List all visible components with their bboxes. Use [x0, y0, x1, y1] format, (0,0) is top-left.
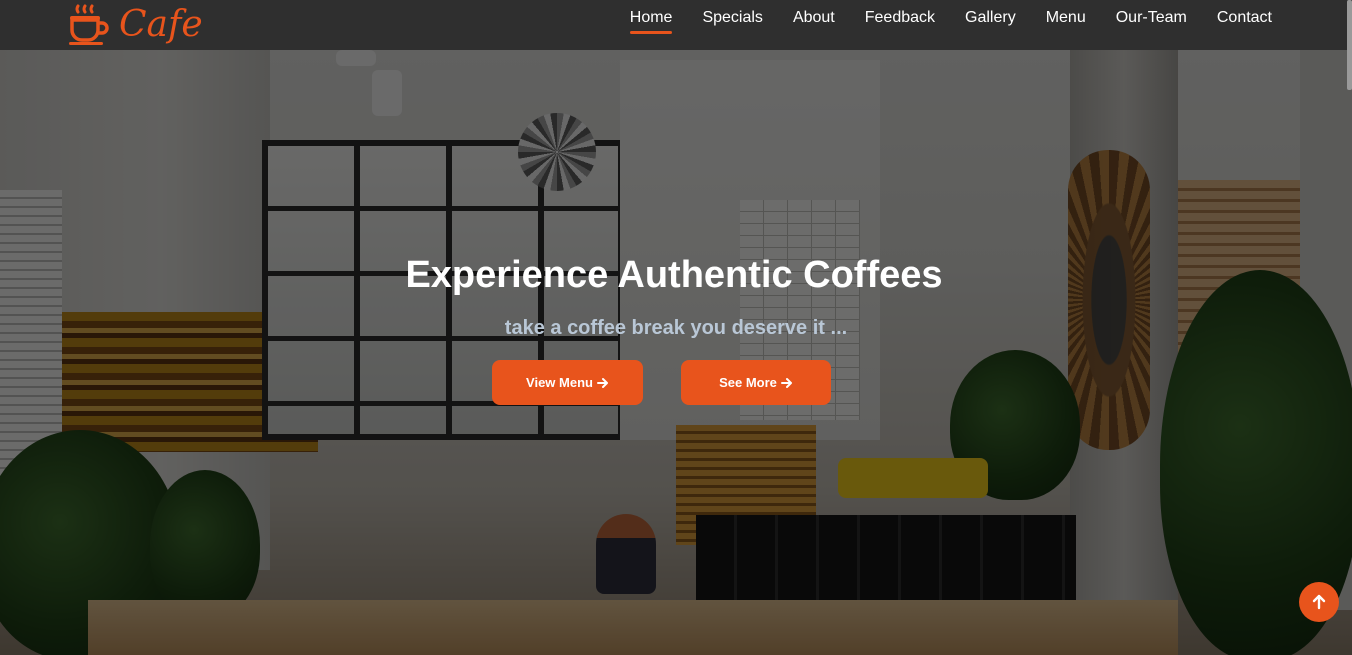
view-menu-button[interactable]: View Menu	[492, 360, 643, 405]
logo-link[interactable]: Cafe	[67, 2, 203, 48]
main-nav: Home Specials About Feedback Gallery Men…	[629, 0, 1272, 36]
coffee-cup-icon	[69, 4, 109, 45]
nav-menu[interactable]: Menu	[1046, 0, 1086, 36]
page-scrollbar[interactable]	[1347, 0, 1352, 90]
arrow-right-icon	[780, 377, 792, 388]
brand-name: Cafe	[119, 4, 203, 45]
hero-buttons: View Menu See More	[492, 360, 831, 405]
scroll-to-top-button[interactable]	[1299, 582, 1339, 622]
nav-contact[interactable]: Contact	[1217, 0, 1272, 36]
hero-title: Experience Authentic Coffees	[405, 254, 943, 296]
see-more-button[interactable]: See More	[681, 360, 831, 405]
nav-our-team[interactable]: Our-Team	[1116, 0, 1187, 36]
nav-home[interactable]: Home	[629, 0, 672, 36]
hero-subtitle: take a coffee break you deserve it ...	[504, 317, 848, 339]
hero-content: Experience Authentic Coffees take a coff…	[0, 252, 1352, 405]
nav-gallery[interactable]: Gallery	[965, 0, 1016, 36]
see-more-label: See More	[719, 375, 777, 390]
nav-specials[interactable]: Specials	[702, 0, 762, 36]
nav-feedback[interactable]: Feedback	[865, 0, 935, 36]
view-menu-label: View Menu	[526, 375, 593, 390]
site-header: Cafe Home Specials About Feedback Galler…	[0, 0, 1352, 50]
arrow-right-icon	[596, 377, 608, 388]
nav-about[interactable]: About	[793, 0, 835, 36]
arrow-up-icon	[1312, 594, 1326, 610]
